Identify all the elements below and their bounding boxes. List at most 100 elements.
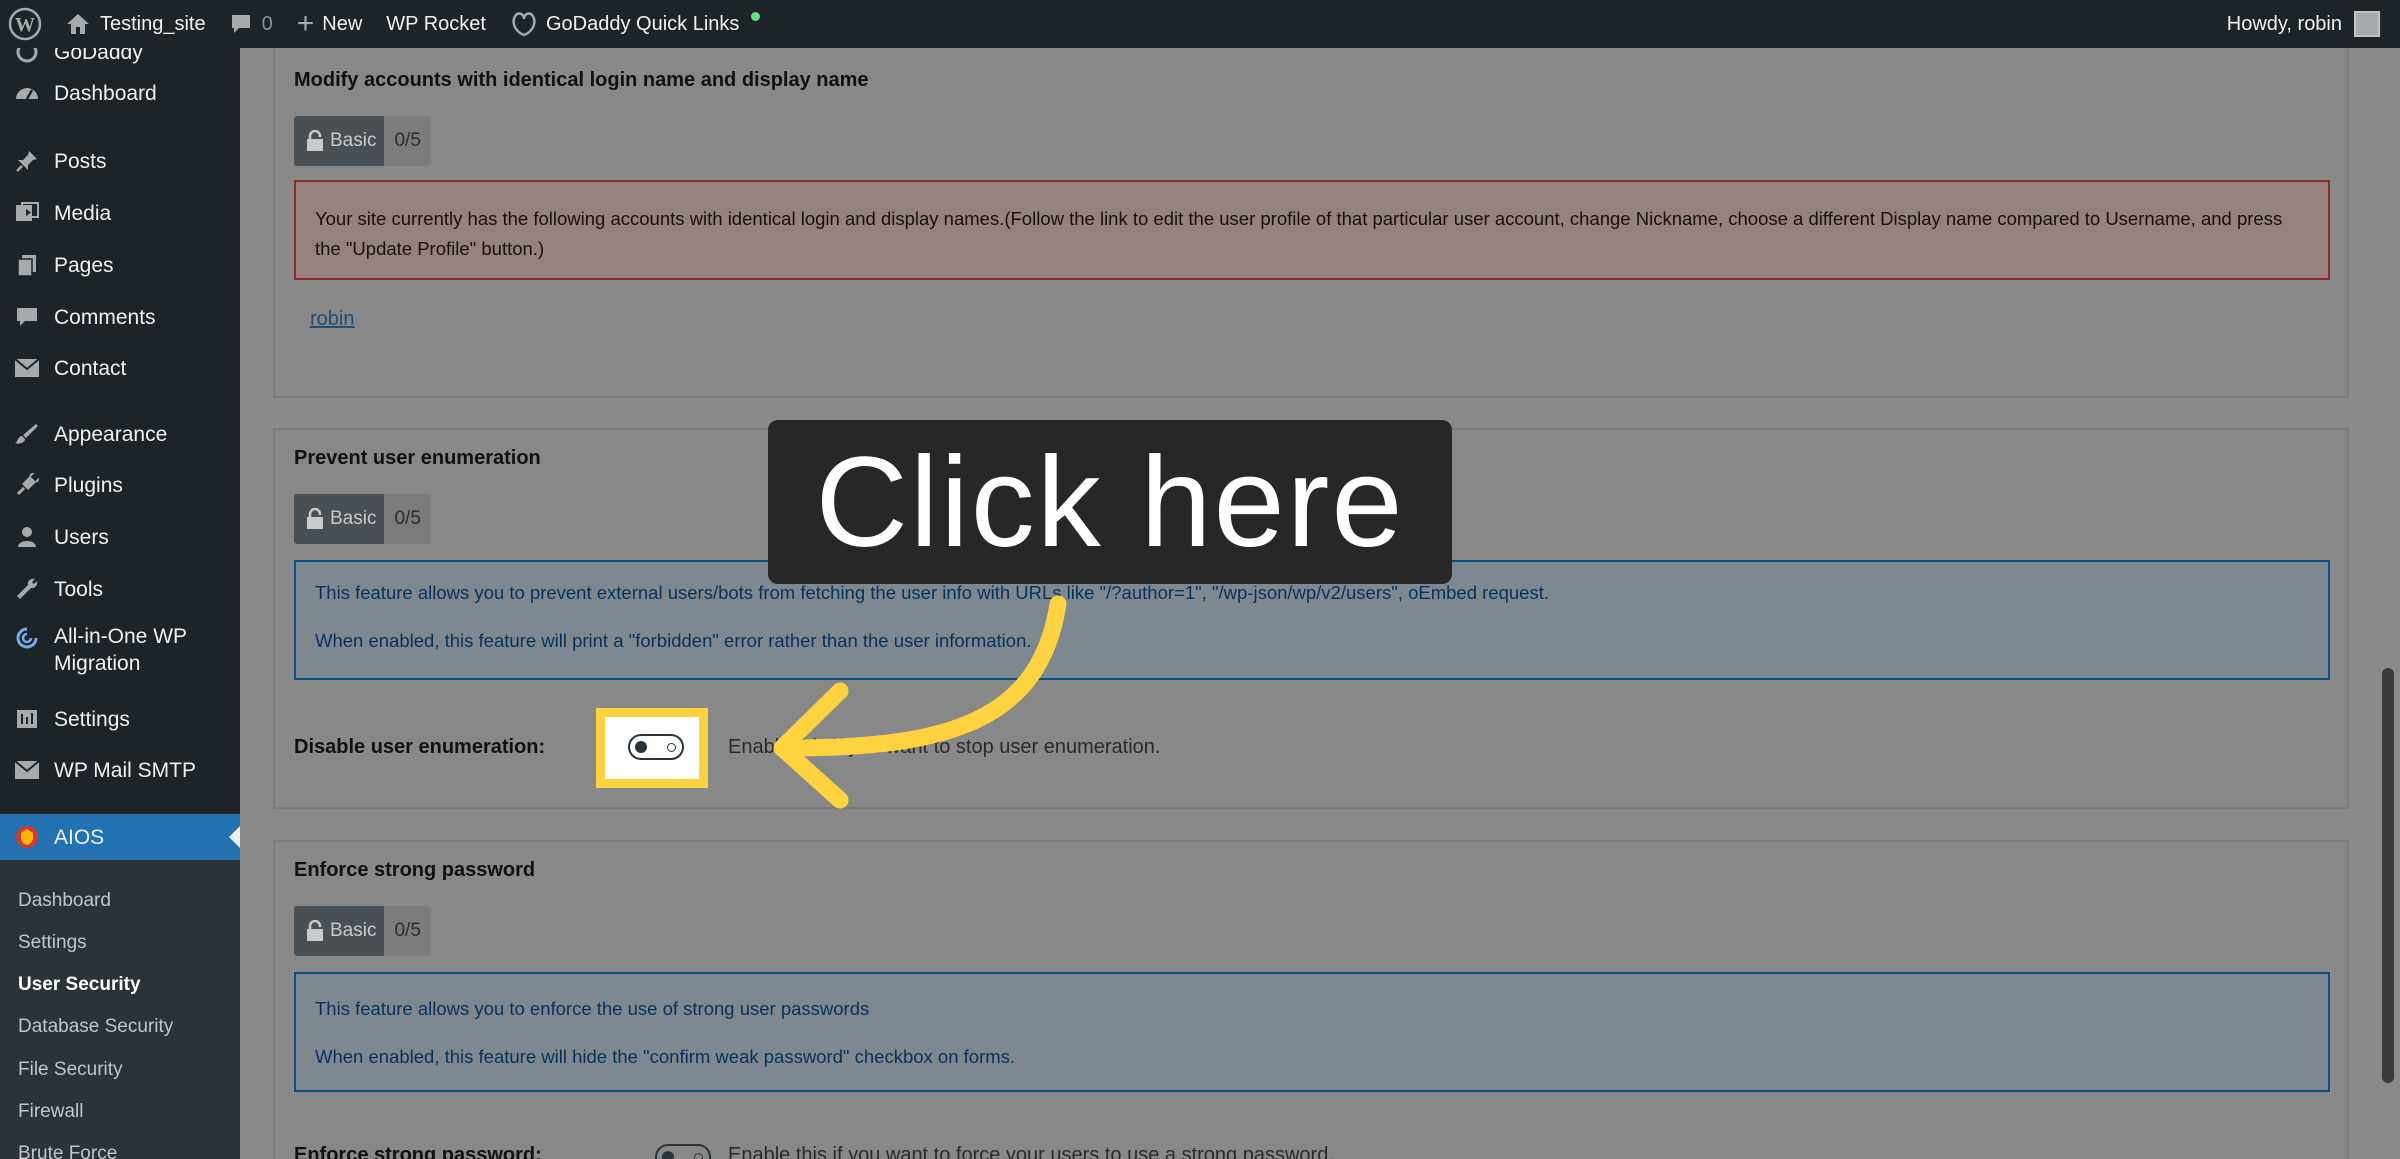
sidebar-item-appearance[interactable]: Appearance: [0, 412, 240, 456]
wp-rocket-link[interactable]: WP Rocket: [374, 0, 498, 48]
scrollbar-thumb[interactable]: [2382, 668, 2394, 1083]
sidebar-item-label: Pages: [54, 253, 114, 277]
dashboard-icon: [0, 81, 54, 105]
sidebar-item-label: Contact: [54, 356, 127, 380]
enforce-strong-password-label: Enforce strong password:: [294, 1144, 542, 1159]
media-icon: [0, 201, 54, 225]
svg-text:W: W: [15, 14, 35, 36]
sidebar-item-label: Comments: [54, 305, 156, 329]
admin-sidebar: GoDaddy Dashboard Posts Media Pages Comm…: [0, 48, 240, 1159]
score-badge: Basic 0/5: [294, 494, 431, 544]
panel-title: Modify accounts with identical login nam…: [294, 69, 869, 91]
sidebar-item-label: Posts: [54, 149, 107, 173]
sidebar-item-dashboard[interactable]: Dashboard: [0, 71, 240, 115]
sidebar-item-label: Appearance: [54, 422, 168, 446]
sidebar-item-comments[interactable]: Comments: [0, 295, 240, 339]
notice-line: This feature allows you to enforce the u…: [315, 998, 870, 1019]
sidebar-item-contact[interactable]: Contact: [0, 346, 240, 390]
comment-icon: [231, 15, 250, 33]
mail-icon: [0, 760, 54, 780]
main-content: Modify accounts with identical login nam…: [240, 48, 2376, 1159]
toggle-knob: [635, 741, 647, 753]
sidebar-item-label: Tools: [54, 577, 104, 601]
toggle-off-indicator: [667, 743, 676, 752]
active-menu-arrow: [229, 826, 240, 848]
submenu-item-brute-force[interactable]: Brute Force: [18, 1143, 117, 1159]
settings-icon: [0, 708, 54, 730]
sidebar-item-label: All-in-One WP: [54, 625, 188, 648]
site-name-link[interactable]: Testing_site: [54, 0, 218, 48]
wrench-icon: [0, 577, 54, 601]
submenu-item-file-security[interactable]: File Security: [18, 1059, 123, 1081]
lock-icon: [307, 130, 323, 151]
sidebar-item-label-line2: Migration: [54, 652, 141, 675]
site-name-label: Testing_site: [100, 12, 206, 35]
godaddy-label: GoDaddy Quick Links: [545, 12, 740, 35]
avatar[interactable]: [2354, 11, 2380, 37]
badge-score: 0/5: [384, 116, 431, 166]
panel-enforce-strong-password: Enforce strong password Basic 0/5 This f…: [273, 840, 2349, 1159]
aios-submenu: Dashboard Settings User Security Databas…: [0, 860, 240, 1159]
identical-accounts-notice: Your site currently has the following ac…: [294, 180, 2330, 280]
submenu-item-user-security[interactable]: User Security: [18, 974, 141, 996]
wordpress-logo-button[interactable]: W: [0, 0, 54, 48]
sidebar-item-wp-mail-smtp[interactable]: WP Mail SMTP: [0, 748, 240, 792]
admin-bar: W Testing_site 0 + New WP Rocket GoDaddy…: [0, 0, 2400, 48]
enforce-strong-password-toggle[interactable]: [655, 1144, 711, 1159]
user-profile-link[interactable]: robin: [310, 308, 354, 331]
highlighted-toggle-area: [596, 708, 708, 788]
godaddy-icon: [512, 12, 536, 37]
lock-icon: [307, 508, 323, 529]
sidebar-item-aios[interactable]: AIOS: [0, 814, 240, 860]
panel-title: Prevent user enumeration: [294, 447, 541, 469]
godaddy-quick-links[interactable]: GoDaddy Quick Links: [498, 0, 772, 48]
sidebar-item-settings[interactable]: Settings: [0, 697, 240, 741]
badge-label: Basic: [330, 130, 377, 151]
comments-link[interactable]: 0: [218, 0, 285, 48]
plus-icon: +: [296, 7, 315, 40]
score-badge: Basic 0/5: [294, 116, 431, 166]
godaddy-icon: [0, 48, 54, 64]
sidebar-item-tools[interactable]: Tools: [0, 567, 240, 611]
users-icon: [0, 525, 54, 549]
score-badge: Basic 0/5: [294, 906, 431, 956]
badge-score: 0/5: [384, 494, 431, 544]
sidebar-item-label: Users: [54, 525, 109, 549]
submenu-item-dashboard[interactable]: Dashboard: [18, 890, 111, 912]
badge-label: Basic: [330, 920, 377, 941]
notice-line: When enabled, this feature will hide the…: [315, 1046, 1016, 1067]
wp-rocket-label: WP Rocket: [386, 12, 486, 35]
migration-icon: [0, 623, 54, 650]
submenu-item-settings[interactable]: Settings: [18, 932, 87, 954]
plug-icon: [0, 473, 54, 497]
sidebar-item-label: GoDaddy: [54, 48, 143, 64]
sidebar-item-plugins[interactable]: Plugins: [0, 463, 240, 507]
sidebar-item-all-in-one-migration[interactable]: All-in-One WP Migration: [0, 623, 240, 679]
comment-icon: [0, 305, 54, 329]
sidebar-item-label: Plugins: [54, 473, 123, 497]
sidebar-item-posts[interactable]: Posts: [0, 139, 240, 183]
comments-count: 0: [261, 12, 273, 35]
badge-label: Basic: [330, 508, 377, 529]
sidebar-item-users[interactable]: Users: [0, 515, 240, 559]
sidebar-item-label: WP Mail SMTP: [54, 758, 196, 782]
submenu-item-database-security[interactable]: Database Security: [18, 1016, 173, 1038]
toggle-off-indicator: [694, 1153, 703, 1159]
disable-user-enumeration-toggle[interactable]: [628, 734, 684, 760]
sidebar-item-label: Dashboard: [54, 81, 157, 105]
new-label: New: [322, 12, 363, 35]
new-content-link[interactable]: + New: [285, 0, 375, 48]
sidebar-item-pages[interactable]: Pages: [0, 243, 240, 287]
sidebar-item-label: Settings: [54, 707, 130, 731]
howdy-user-link[interactable]: Howdy, robin: [2227, 13, 2342, 36]
submenu-item-firewall[interactable]: Firewall: [18, 1101, 83, 1123]
disable-user-enumeration-description: Enable this if you want to stop user enu…: [728, 736, 1161, 758]
panel-identical-names: Modify accounts with identical login nam…: [273, 48, 2349, 398]
badge-score: 0/5: [384, 906, 431, 956]
brush-icon: [0, 422, 54, 446]
sidebar-item-media[interactable]: Media: [0, 191, 240, 235]
lock-icon: [307, 920, 323, 941]
pages-icon: [0, 253, 54, 277]
page-scrollbar[interactable]: [2376, 48, 2400, 1159]
notice-line: When enabled, this feature will print a …: [315, 630, 1032, 651]
